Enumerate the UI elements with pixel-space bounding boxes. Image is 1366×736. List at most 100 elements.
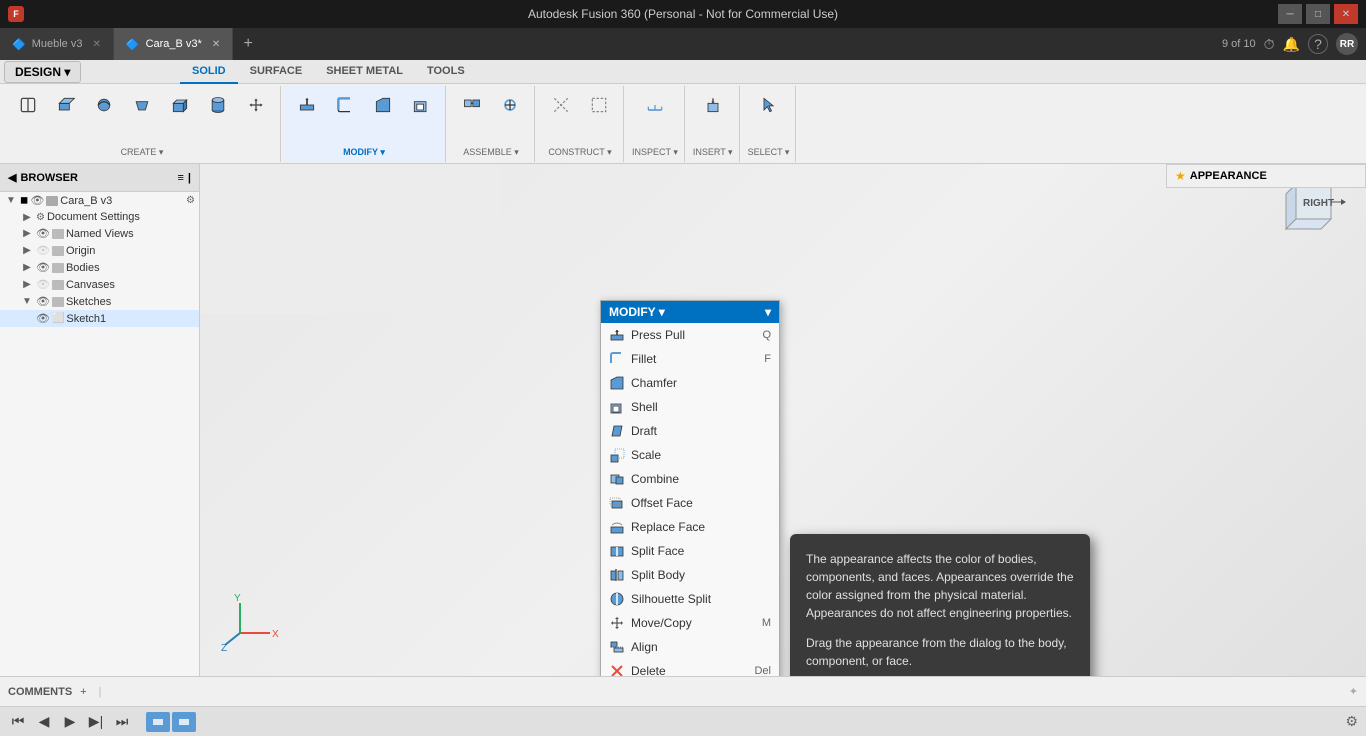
loft-button[interactable] [124, 90, 160, 120]
align-label: Align [631, 640, 658, 654]
move-handle[interactable]: ✦ [1349, 685, 1358, 698]
tab-cara[interactable]: 🔷 Cara_B v3* ✕ [114, 28, 233, 60]
tab-mueble[interactable]: 🔷 Mueble v3 ✕ [0, 28, 114, 60]
timeline-play[interactable]: ▶ [60, 712, 80, 732]
tree-origin[interactable]: ▶ 👁 Origin [0, 242, 199, 259]
press-pull-shortcut: Q [762, 329, 771, 341]
sketches-eye[interactable]: 👁 [36, 295, 50, 308]
history-button[interactable]: ⏱ [1264, 36, 1275, 53]
maximize-button[interactable]: □ [1306, 4, 1330, 24]
tab-tools[interactable]: TOOLS [415, 60, 477, 84]
origin-arrow[interactable]: ▶ [20, 245, 34, 256]
viewport-canvas[interactable]: X Y Z RIGHT MODIFY ▾ [200, 164, 1366, 676]
press-pull-button[interactable] [289, 90, 325, 120]
cylinder-button[interactable] [200, 90, 236, 120]
design-button[interactable]: DESIGN ▾ [4, 61, 81, 83]
timeline-item-1[interactable] [146, 712, 170, 732]
timeline-next[interactable]: ▶| [86, 712, 106, 732]
box-button[interactable] [162, 90, 198, 120]
insert-button[interactable] [695, 90, 731, 120]
select-button[interactable] [751, 90, 787, 120]
chamfer-button[interactable] [365, 90, 401, 120]
named-views-eye[interactable]: 👁 [36, 227, 50, 240]
menu-combine[interactable]: Combine [601, 467, 779, 491]
root-icon: ◼ [20, 195, 28, 206]
canvases-eye[interactable]: 👁 [36, 278, 50, 291]
timeline-prev-start[interactable]: ⏮ [8, 712, 28, 732]
menu-split-face[interactable]: Split Face [601, 539, 779, 563]
comments-add-icon[interactable]: + [80, 686, 86, 698]
tree-canvases[interactable]: ▶ 👁 Canvases [0, 276, 199, 293]
menu-offset-face[interactable]: Offset Face [601, 491, 779, 515]
bodies-eye[interactable]: 👁 [36, 261, 50, 274]
tab-solid[interactable]: SOLID [180, 60, 238, 84]
move-copy-icon [609, 615, 625, 631]
menu-draft[interactable]: Draft [601, 419, 779, 443]
tree-sketches[interactable]: ▼ 👁 Sketches [0, 293, 199, 310]
move-button[interactable] [238, 90, 274, 120]
timeline-item-2[interactable] [172, 712, 196, 732]
browser-collapse-icon[interactable]: ◀ [8, 171, 16, 184]
menu-replace-face[interactable]: Replace Face [601, 515, 779, 539]
svg-text:Y: Y [234, 593, 241, 604]
browser-options-icon[interactable]: ≡ [178, 172, 184, 184]
menu-silhouette-split[interactable]: Silhouette Split [601, 587, 779, 611]
shell-button[interactable] [403, 90, 439, 120]
doc-settings-arrow[interactable]: ▶ [20, 212, 34, 223]
tree-doc-settings[interactable]: ▶ ⚙ Document Settings [0, 209, 199, 225]
browser-title: BROWSER [20, 172, 77, 184]
minimize-button[interactable]: ─ [1278, 4, 1302, 24]
sketch1-eye[interactable]: 👁 [36, 312, 50, 325]
menu-fillet[interactable]: Fillet F [601, 347, 779, 371]
menu-shell[interactable]: Shell [601, 395, 779, 419]
tab-surface[interactable]: SURFACE [238, 60, 315, 84]
add-tab-button[interactable]: + [233, 28, 263, 60]
canvases-arrow[interactable]: ▶ [20, 279, 34, 290]
root-settings-icon[interactable]: ⚙ [186, 195, 195, 206]
timeline-prev[interactable]: ◀ [34, 712, 54, 732]
press-pull-label: Press Pull [631, 328, 685, 342]
tab-mueble-close[interactable]: ✕ [92, 39, 100, 50]
fillet-button[interactable] [327, 90, 363, 120]
tab-cara-close[interactable]: ✕ [212, 39, 220, 50]
tab-sheet-metal[interactable]: SHEET METAL [314, 60, 415, 84]
tree-sketch1[interactable]: 👁 ⬜ Sketch1 [0, 310, 199, 327]
tree-named-views[interactable]: ▶ 👁 Named Views [0, 225, 199, 242]
menu-delete[interactable]: Delete Del [601, 659, 779, 676]
timeline-items [146, 712, 196, 732]
construct-btn2[interactable] [581, 90, 617, 120]
close-button[interactable]: ✕ [1334, 4, 1358, 24]
root-arrow[interactable]: ▼ [4, 195, 18, 206]
browser-pin-icon[interactable]: | [188, 172, 191, 184]
named-views-arrow[interactable]: ▶ [20, 228, 34, 239]
construct-btn1[interactable] [543, 90, 579, 120]
menu-split-body[interactable]: Split Body [601, 563, 779, 587]
sketch1-icon: ⬜ [52, 313, 64, 324]
menu-align[interactable]: Align [601, 635, 779, 659]
menu-chamfer[interactable]: Chamfer [601, 371, 779, 395]
measure-button[interactable] [637, 90, 673, 120]
bodies-label: Bodies [66, 262, 100, 274]
menu-press-pull[interactable]: Press Pull Q [601, 323, 779, 347]
bodies-arrow[interactable]: ▶ [20, 262, 34, 273]
menu-scale[interactable]: Scale [601, 443, 779, 467]
sketches-arrow[interactable]: ▼ [20, 296, 34, 307]
main-toolbar: CREATE ▾ MODIFY ▾ [0, 84, 1366, 164]
root-eye[interactable]: 👁 [30, 194, 44, 207]
origin-eye[interactable]: 👁 [36, 244, 50, 257]
menu-move-copy[interactable]: Move/Copy M [601, 611, 779, 635]
axis-indicator: X Y Z [220, 593, 280, 656]
timeline-settings-icon[interactable]: ⚙ [1345, 713, 1358, 730]
help-button[interactable]: ? [1308, 34, 1328, 54]
assemble-label: ASSEMBLE ▾ [463, 147, 519, 158]
assemble-btn2[interactable] [492, 90, 528, 120]
notifications-button[interactable]: 🔔 [1283, 36, 1300, 53]
tree-root[interactable]: ▼ ◼ 👁 Cara_B v3 ⚙ [0, 192, 199, 209]
modify-menu-header[interactable]: MODIFY ▾ ▾ [601, 301, 779, 323]
timeline-next-end[interactable]: ⏭ [112, 712, 132, 732]
extrude-button[interactable] [48, 90, 84, 120]
revolve-button[interactable] [86, 90, 122, 120]
tree-bodies[interactable]: ▶ 👁 Bodies [0, 259, 199, 276]
assemble-btn1[interactable] [454, 90, 490, 120]
new-component-button[interactable] [10, 90, 46, 120]
